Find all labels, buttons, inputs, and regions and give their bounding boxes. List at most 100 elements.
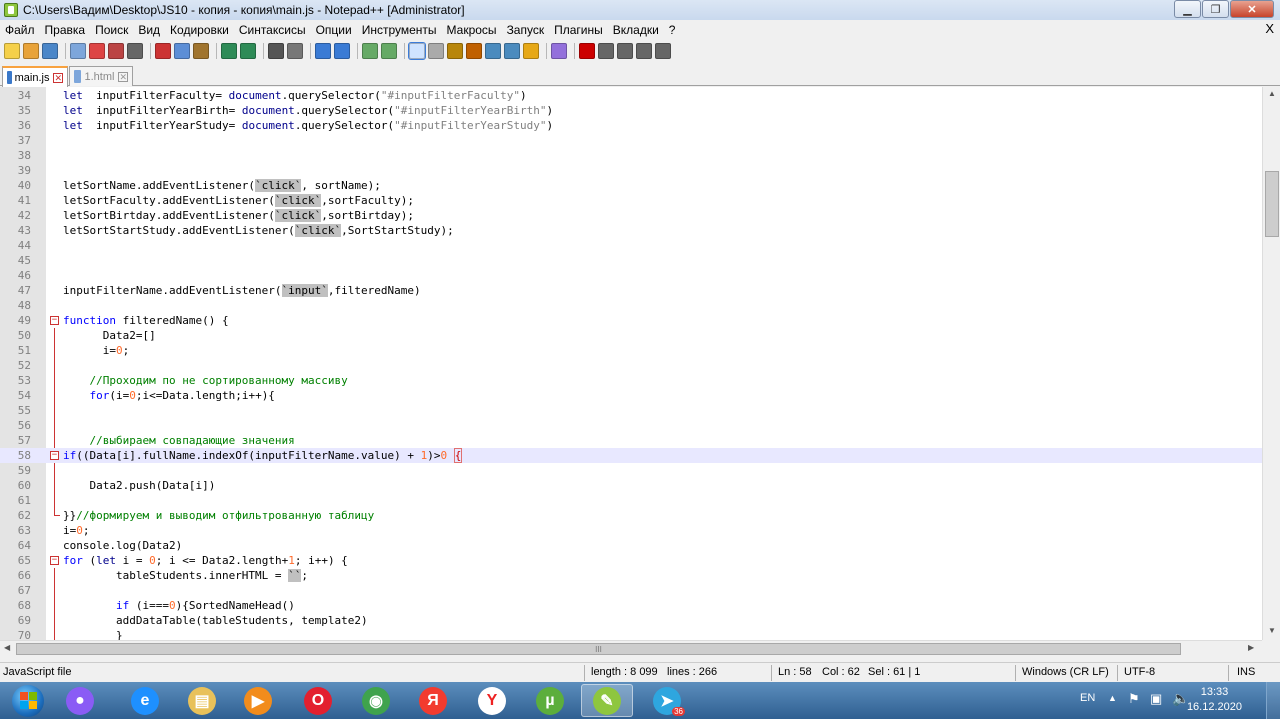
code-line[interactable]: 42 letSortBirtday.addEventListener(`click… xyxy=(0,208,1262,223)
print-icon[interactable] xyxy=(127,43,143,59)
function-list-icon[interactable] xyxy=(504,43,520,59)
code-line[interactable]: 59 xyxy=(0,463,1262,478)
indent-guide-icon[interactable] xyxy=(447,43,463,59)
code-line[interactable]: 65 − for (let i = 0; i <= Data2.length+1; … xyxy=(0,553,1262,568)
menu-search[interactable]: Поиск xyxy=(90,23,133,37)
doc-map-icon[interactable] xyxy=(485,43,501,59)
cut-icon[interactable] xyxy=(155,43,171,59)
record-macro-icon[interactable] xyxy=(579,43,595,59)
system-clock[interactable]: 13:33 16.12.2020 xyxy=(1187,685,1242,715)
code-line[interactable]: 46 xyxy=(0,268,1262,283)
fold-toggle-icon[interactable]: − xyxy=(50,556,59,565)
sync-horizontal-icon[interactable] xyxy=(381,43,397,59)
network-icon[interactable]: ▣ xyxy=(1150,691,1162,707)
tab-1-html[interactable]: 1.html ✕ xyxy=(69,66,133,86)
taskbar-app[interactable]: e xyxy=(119,684,171,717)
code-line[interactable]: 51 i=0; xyxy=(0,343,1262,358)
save-all-icon[interactable] xyxy=(70,43,86,59)
code-line[interactable]: 34 let inputFilterFaculty= document.query… xyxy=(0,88,1262,103)
menu-macro[interactable]: Макросы xyxy=(442,23,502,37)
action-center-flag-icon[interactable]: ⚑ xyxy=(1128,691,1140,707)
code-line[interactable]: 67 xyxy=(0,583,1262,598)
code-line[interactable]: 36 let inputFilterYearStudy= document.que… xyxy=(0,118,1262,133)
code-line[interactable]: 61 xyxy=(0,493,1262,508)
taskbar-app[interactable]: ✎ xyxy=(581,684,633,717)
code-line[interactable]: 70 } xyxy=(0,628,1262,640)
close-icon[interactable] xyxy=(89,43,105,59)
menu-encoding[interactable]: Кодировки xyxy=(165,23,234,37)
code-line[interactable]: 35 let inputFilterYearBirth= document.que… xyxy=(0,103,1262,118)
word-wrap-icon[interactable] xyxy=(408,42,426,60)
paste-icon[interactable] xyxy=(193,43,209,59)
close-tab-icon[interactable]: ✕ xyxy=(118,71,128,82)
open-file-icon[interactable] xyxy=(23,43,39,59)
taskbar-app[interactable]: ● xyxy=(54,684,106,717)
taskbar-app[interactable]: Y xyxy=(466,684,518,717)
tab-main-js[interactable]: main.js ✕ xyxy=(2,66,68,87)
minimize-button[interactable]: ▁ xyxy=(1174,0,1201,18)
code-line[interactable]: 62}}//формируем и выводим отфильтрованну… xyxy=(0,508,1262,523)
menu-edit[interactable]: Правка xyxy=(40,23,91,37)
close-document-button[interactable]: X xyxy=(1265,21,1274,36)
menu-run[interactable]: Запуск xyxy=(502,23,550,37)
stop-record-icon[interactable] xyxy=(598,43,614,59)
code-line[interactable]: 53 //Проходим по не сортированному масси… xyxy=(0,373,1262,388)
taskbar-app[interactable]: O xyxy=(292,684,344,717)
fold-toggle-icon[interactable]: − xyxy=(50,451,59,460)
menu-view[interactable]: Вид xyxy=(133,23,165,37)
run-macro-multiple-icon[interactable] xyxy=(636,43,652,59)
code-line[interactable]: 52 xyxy=(0,358,1262,373)
code-line[interactable]: 63 i=0; xyxy=(0,523,1262,538)
horizontal-scrollbar[interactable]: ◀ III ▶ xyxy=(0,640,1262,657)
taskbar-app[interactable]: ◉ xyxy=(350,684,402,717)
code-line[interactable]: 57 //выбираем совпадающие значения xyxy=(0,433,1262,448)
menu-plugins[interactable]: Плагины xyxy=(549,23,608,37)
code-line[interactable]: 45 xyxy=(0,253,1262,268)
vertical-scroll-thumb[interactable] xyxy=(1265,171,1279,237)
code-line[interactable]: 40 letSortName.addEventListener(`click`, … xyxy=(0,178,1262,193)
show-desktop-button[interactable] xyxy=(1266,682,1280,719)
maximize-button[interactable]: ❐ xyxy=(1202,0,1229,18)
status-insert-mode[interactable]: INS xyxy=(1237,666,1255,678)
code-line[interactable]: 58 − if((Data[i].fullName.indexOf(inputFil… xyxy=(0,448,1262,463)
sync-vertical-icon[interactable] xyxy=(362,43,378,59)
show-hidden-icons-icon[interactable]: ▲ xyxy=(1108,693,1117,703)
scroll-up-icon[interactable]: ▲ xyxy=(1266,89,1278,101)
play-macro-icon[interactable] xyxy=(617,43,633,59)
show-all-chars-icon[interactable] xyxy=(428,43,444,59)
user-language-icon[interactable] xyxy=(466,43,482,59)
code-line[interactable]: 66 tableStudents.innerHTML = ``; xyxy=(0,568,1262,583)
save-macro-icon[interactable] xyxy=(655,43,671,59)
new-file-icon[interactable] xyxy=(4,43,20,59)
code-line[interactable]: 60 Data2.push(Data[i]) xyxy=(0,478,1262,493)
close-all-icon[interactable] xyxy=(108,43,124,59)
status-encoding[interactable]: UTF-8 xyxy=(1124,666,1155,678)
code-line[interactable]: 41 letSortFaculty.addEventListener(`click… xyxy=(0,193,1262,208)
save-icon[interactable] xyxy=(42,43,58,59)
code-line[interactable]: 68 if (i===0){SortedNameHead() xyxy=(0,598,1262,613)
monitoring-icon[interactable] xyxy=(551,43,567,59)
find-icon[interactable] xyxy=(268,43,284,59)
taskbar-app[interactable]: µ xyxy=(524,684,576,717)
code-line[interactable]: 48 xyxy=(0,298,1262,313)
menu-file[interactable]: Файл xyxy=(0,23,40,37)
replace-icon[interactable] xyxy=(287,43,303,59)
status-eol[interactable]: Windows (CR LF) xyxy=(1022,666,1109,678)
vertical-scrollbar[interactable]: ▲ ▼ xyxy=(1262,87,1280,640)
taskbar-app[interactable]: ▤ xyxy=(176,684,228,717)
zoom-out-icon[interactable] xyxy=(334,43,350,59)
copy-icon[interactable] xyxy=(174,43,190,59)
redo-icon[interactable] xyxy=(240,43,256,59)
taskbar-app[interactable]: ➤ 36 xyxy=(641,684,693,717)
code-editor[interactable]: 34 let inputFilterFaculty= document.query… xyxy=(0,87,1262,640)
taskbar-app[interactable]: Я xyxy=(407,684,459,717)
menu-tools[interactable]: Инструменты xyxy=(357,23,442,37)
fold-toggle-icon[interactable]: − xyxy=(50,316,59,325)
code-line[interactable]: 44 xyxy=(0,238,1262,253)
code-line[interactable]: 64 console.log(Data2) xyxy=(0,538,1262,553)
code-line[interactable]: 43 letSortStartStudy.addEventListener(`cl… xyxy=(0,223,1262,238)
code-line[interactable]: 54 for(i=0;i<=Data.length;i++){ xyxy=(0,388,1262,403)
menu-settings[interactable]: Опции xyxy=(311,23,357,37)
close-tab-icon[interactable]: ✕ xyxy=(53,72,63,83)
close-window-button[interactable]: ✕ xyxy=(1230,0,1274,18)
